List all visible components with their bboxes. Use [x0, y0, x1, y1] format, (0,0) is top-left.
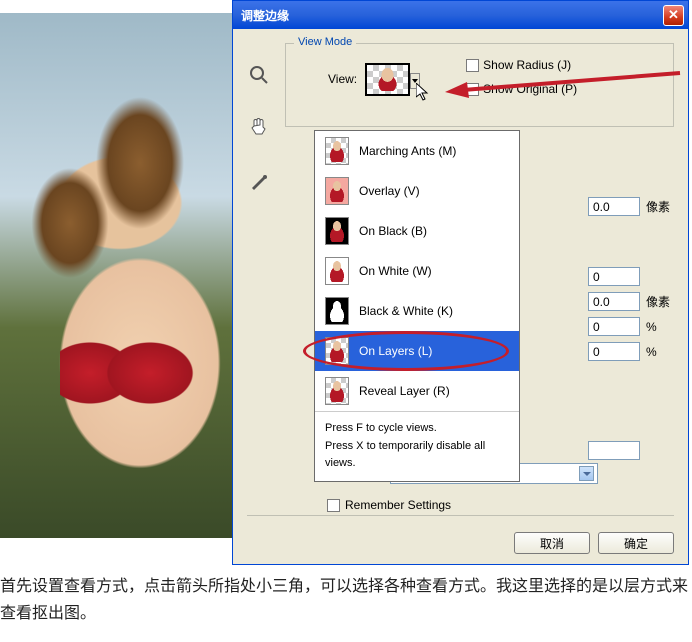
dialog-title: 调整边缘	[241, 7, 289, 24]
close-button[interactable]: ✕	[663, 5, 684, 26]
show-radius-row[interactable]: Show Radius (J)	[466, 58, 577, 72]
shift-input[interactable]	[588, 342, 640, 361]
view-option-3[interactable]: On White (W)	[315, 251, 519, 291]
remember-checkbox[interactable]	[327, 499, 340, 512]
view-option-label: Marching Ants (M)	[359, 144, 456, 158]
feather-input[interactable]	[588, 292, 640, 311]
view-option-0[interactable]: Marching Ants (M)	[315, 131, 519, 171]
refine-brush-icon[interactable]	[247, 169, 270, 192]
cancel-button[interactable]: 取消	[514, 532, 590, 554]
ok-button[interactable]: 确定	[598, 532, 674, 554]
footer-line-1: Press F to cycle views.	[325, 420, 509, 438]
view-option-2[interactable]: On Black (B)	[315, 211, 519, 251]
chevron-down-icon	[579, 466, 594, 481]
caption-text: 首先设置查看方式，点击箭头所指处小三角，可以选择各种查看方式。我这里选择的是以层…	[0, 573, 690, 627]
view-option-label: Black & White (K)	[359, 304, 453, 318]
background-photo	[0, 13, 241, 538]
view-option-label: On Layers (L)	[359, 344, 432, 358]
show-original-checkbox[interactable]	[466, 83, 479, 96]
unit-pct-1: %	[646, 320, 674, 334]
amount-input[interactable]	[588, 441, 640, 460]
unit-px-2: 像素	[646, 293, 674, 310]
hand-tool-icon[interactable]	[247, 114, 270, 137]
remember-row[interactable]: Remember Settings	[327, 498, 674, 512]
contrast-input[interactable]	[588, 317, 640, 336]
view-option-5[interactable]: On Layers (L)	[315, 331, 519, 371]
cursor-icon	[416, 83, 430, 103]
radius-input[interactable]	[588, 197, 640, 216]
group-legend: View Mode	[294, 36, 356, 48]
view-option-label: Overlay (V)	[359, 184, 420, 198]
tool-column	[247, 63, 270, 192]
dialog-titlebar[interactable]: 调整边缘 ✕	[233, 1, 688, 29]
view-mode-dropdown: Marching Ants (M) Overlay (V) On Black (B)…	[314, 130, 520, 482]
view-option-6[interactable]: Reveal Layer (R)	[315, 371, 519, 411]
view-option-label: Reveal Layer (R)	[359, 384, 450, 398]
show-radius-checkbox[interactable]	[466, 59, 479, 72]
show-original-label: Show Original (P)	[483, 82, 577, 96]
view-mode-group: View Mode View: Show Radius (J)	[285, 43, 674, 127]
view-option-4[interactable]: Black & White (K)	[315, 291, 519, 331]
view-option-1[interactable]: Overlay (V)	[315, 171, 519, 211]
remember-label: Remember Settings	[345, 498, 451, 512]
zoom-tool-icon[interactable]	[247, 63, 270, 86]
view-option-label: On Black (B)	[359, 224, 427, 238]
show-radius-label: Show Radius (J)	[483, 58, 571, 72]
show-original-row[interactable]: Show Original (P)	[466, 82, 577, 96]
footer-line-2: Press X to temporarily disable all views…	[325, 438, 509, 473]
unit-pct-2: %	[646, 345, 674, 359]
view-option-label: On White (W)	[359, 264, 432, 278]
dropdown-footer: Press F to cycle views. Press X to tempo…	[315, 411, 519, 481]
view-thumbnail-button[interactable]	[365, 63, 410, 96]
view-label: View:	[328, 72, 357, 86]
smooth-input[interactable]	[588, 267, 640, 286]
footer-buttons: 取消 确定	[514, 532, 674, 554]
unit-px-1: 像素	[646, 198, 674, 215]
